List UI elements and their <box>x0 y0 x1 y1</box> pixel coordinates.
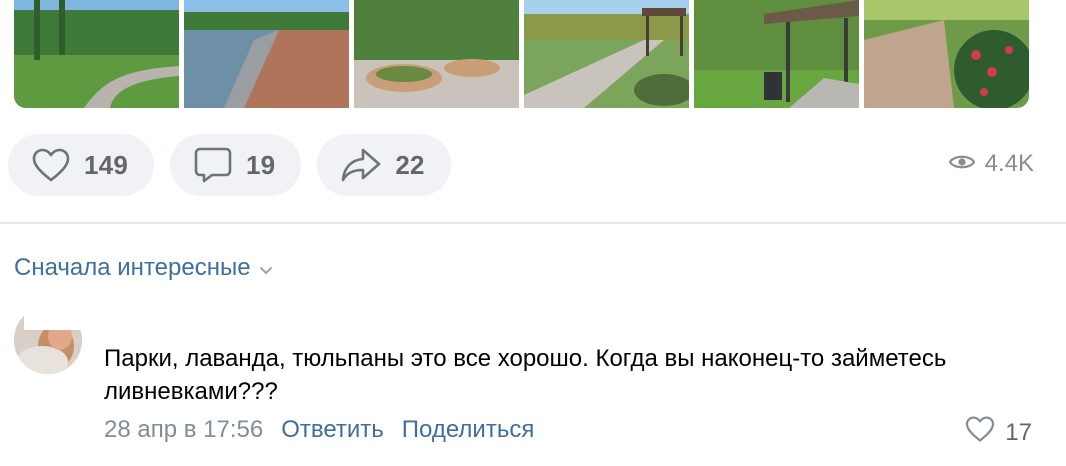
sort-label: Сначала интересные <box>14 254 251 281</box>
comment-icon <box>194 147 232 183</box>
share-button[interactable]: 22 <box>317 134 451 196</box>
photo-grid <box>14 0 1034 108</box>
like-count: 149 <box>84 149 128 180</box>
eye-icon <box>948 150 975 178</box>
chevron-down-icon <box>259 254 273 282</box>
views-count: 4.4K <box>984 150 1034 177</box>
photo-6[interactable] <box>864 0 1029 108</box>
comment-sort-dropdown[interactable]: Сначала интересные <box>14 254 273 282</box>
photo-5[interactable] <box>694 0 859 108</box>
comment-count: 19 <box>245 149 276 180</box>
photo-3[interactable] <box>354 0 519 108</box>
photo-2[interactable] <box>184 0 349 108</box>
photo-4[interactable] <box>524 0 689 108</box>
views-counter: 4.4K <box>948 150 1034 178</box>
share-arrow-icon <box>341 148 381 182</box>
comment-like-button[interactable]: 17 <box>965 416 1032 449</box>
author-name-redacted <box>24 304 324 330</box>
comment-meta: 28 апр в 17:56 Ответить Поделиться <box>104 416 534 444</box>
heart-icon <box>965 416 995 449</box>
photo-1[interactable] <box>14 0 179 108</box>
like-button[interactable]: 149 <box>8 134 154 196</box>
heart-icon <box>32 148 70 182</box>
comment-time[interactable]: 28 апр в 17:56 <box>104 416 263 444</box>
share-link[interactable]: Поделиться <box>402 416 535 444</box>
comment-like-count: 17 <box>1005 418 1032 446</box>
divider <box>0 222 1066 224</box>
post-actions: 149 19 22 <box>8 134 451 196</box>
comment-button[interactable]: 19 <box>169 134 302 196</box>
share-count: 22 <box>395 149 425 180</box>
comment-text: Парки, лаванда, тюльпаны это все хорошо.… <box>104 345 947 405</box>
reply-link[interactable]: Ответить <box>281 416 384 444</box>
